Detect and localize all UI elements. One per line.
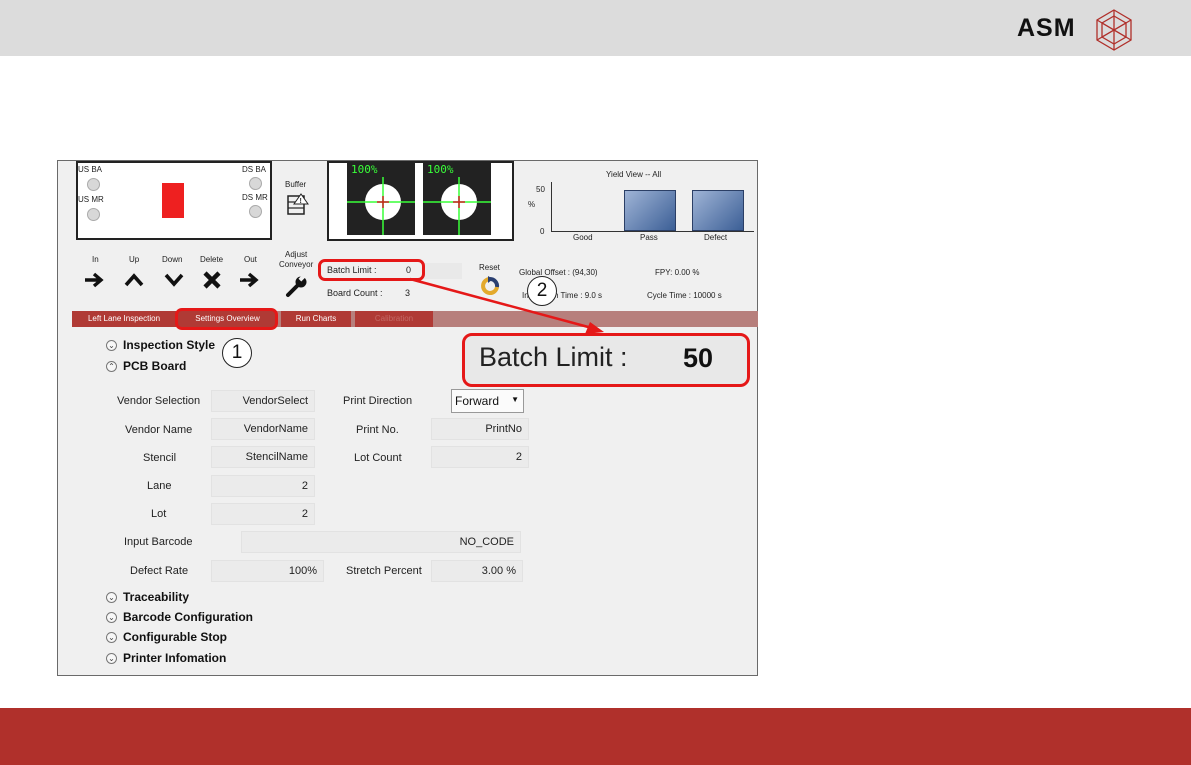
- batch-limit-zoom-panel: Batch Limit : 50: [462, 333, 750, 387]
- zoom-batch-limit-label: Batch Limit :: [479, 342, 628, 372]
- slide-footer: [0, 708, 1191, 765]
- callout-1: 1: [222, 338, 252, 368]
- zoom-batch-limit-value: 50: [683, 343, 714, 373]
- callout-2: 2: [527, 276, 557, 306]
